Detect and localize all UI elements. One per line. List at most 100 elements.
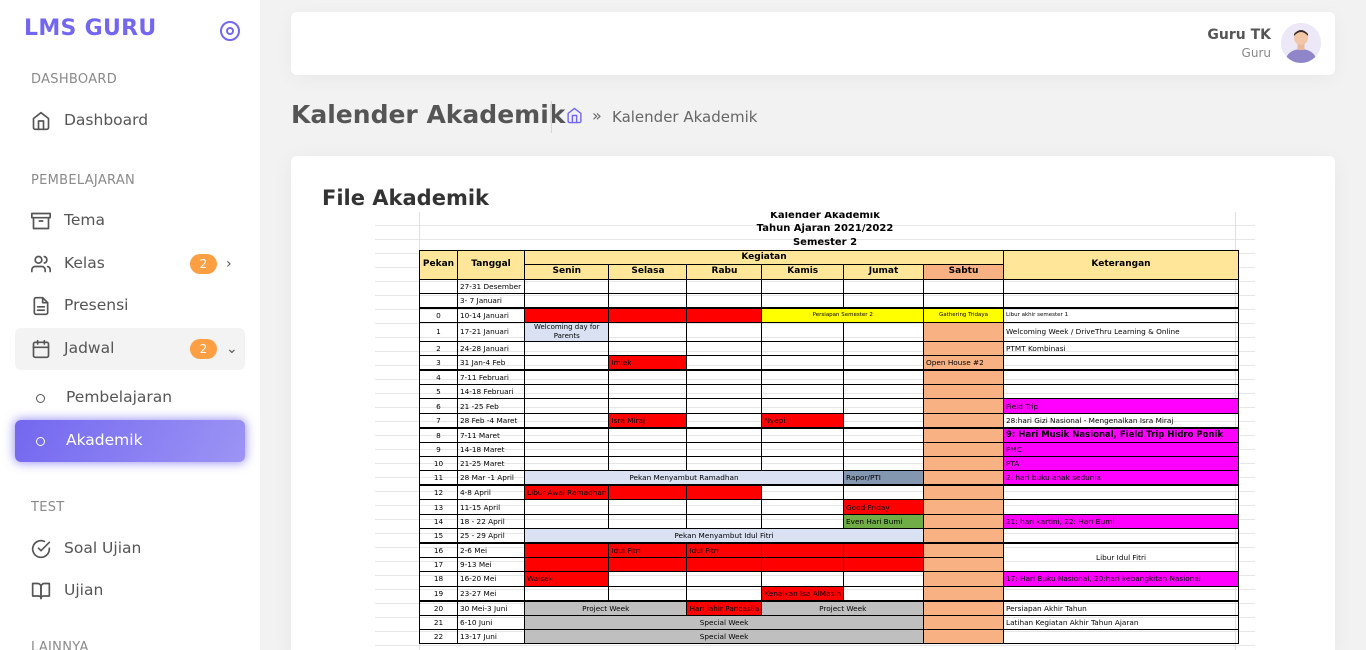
section-pembelajaran: PEMBELAJARAN xyxy=(31,173,136,188)
table-row: 9 14-18 Maret PMC xyxy=(419,441,1240,458)
section-test: TEST xyxy=(31,500,65,515)
cell-activity: Nyepi xyxy=(761,412,845,429)
table-row: 14 18 - 22 April Even Hari Bumi 21: hari… xyxy=(419,513,1240,529)
cell-pekan: 16 xyxy=(419,542,458,558)
col-kamis: Kamis xyxy=(761,264,845,280)
cell-keterangan: 28:hari Gizi Nasional - Mengenalkan Isra… xyxy=(1003,412,1240,429)
avatar[interactable] xyxy=(1281,23,1321,63)
sidebar-item-label: Jadwal xyxy=(64,339,115,357)
cell-pekan: 12 xyxy=(419,484,458,501)
cell-keterangan: 17: Hari Buku Nasional, 20:hari kebangki… xyxy=(1003,571,1240,587)
cell-pekan: 1 xyxy=(419,321,458,342)
brand-logo[interactable]: LMS GURU xyxy=(24,16,157,41)
cell-tanggal: 6-10 Juni xyxy=(457,614,525,630)
col-jumat: Jumat xyxy=(843,264,925,280)
cell-pekan: 14 xyxy=(419,513,458,529)
table-row: 20 30 Mei-3 Juni Project Week Hari lahir… xyxy=(419,600,1240,616)
table-row: 16 2-6 Mei Idul Fitri Idul Fitri Libur I… xyxy=(419,542,1240,573)
cell-keterangan: Welcoming Week / DriveThru Learning & On… xyxy=(1003,321,1240,342)
cell-activity: Libur Awal Ramadhan xyxy=(523,484,610,501)
cell-tanggal: 21 -25 Feb xyxy=(457,398,525,414)
jadwal-count-badge: 2 xyxy=(190,339,217,359)
cell-pekan: 10 xyxy=(419,456,458,472)
cell-pekan: 13 xyxy=(419,499,458,515)
breadcrumb-home-icon[interactable] xyxy=(566,107,583,124)
sidebar-item-presensi[interactable]: Presensi xyxy=(15,285,245,327)
col-tanggal: Tanggal xyxy=(457,250,525,280)
cell-tanggal: 16-20 Mei xyxy=(457,571,525,587)
sidebar-item-label: Akademik xyxy=(66,431,143,449)
table-row: 3- 7 Januari xyxy=(419,292,1240,309)
table-row: 19 23-27 Mei Kenaikan Isa AlMasih xyxy=(419,585,1240,602)
cell-pekan: 6 xyxy=(419,398,458,414)
cell-keterangan: PTA xyxy=(1003,456,1240,472)
cell-tanggal: 18 - 22 April xyxy=(457,513,525,529)
sidebar-item-label: Kelas xyxy=(64,254,105,272)
top-navbar: Guru TK Guru xyxy=(291,12,1335,75)
sidebar-item-ujian[interactable]: Ujian xyxy=(15,570,245,612)
cell-activity: Special Week xyxy=(523,614,925,630)
cell-tanggal: 21-25 Maret xyxy=(457,456,525,472)
cell-pekan: 9 xyxy=(419,441,458,458)
sidebar-item-dashboard[interactable]: Dashboard xyxy=(15,100,245,142)
home-icon xyxy=(32,111,50,131)
cell-activity: Welcoming day for Parents xyxy=(523,321,610,342)
circle-icon xyxy=(36,437,45,446)
cell-tanggal: 10-14 Januari xyxy=(457,307,525,323)
table-row: 12 4-8 April Libur Awal Ramadhan xyxy=(419,484,1240,501)
cell-tanggal: 14-18 Februari xyxy=(457,384,525,400)
sidebar-item-jadwal[interactable]: Jadwal 2 ⌄ xyxy=(15,328,245,370)
sidebar-item-label: Dashboard xyxy=(64,111,149,129)
cell-tanggal: 17-21 Januari xyxy=(457,321,525,342)
sheet-year: Tahun Ajaran 2021/2022 xyxy=(756,223,894,234)
table-row: 4 7-11 Februari xyxy=(419,369,1240,386)
cell-tanggal: 3- 7 Januari xyxy=(457,292,525,309)
chevron-right-icon: › xyxy=(226,256,232,272)
book-open-icon xyxy=(31,582,51,600)
sidebar-item-tema[interactable]: Tema xyxy=(15,200,245,242)
cell-activity: Kenaikan Isa AlMasih xyxy=(761,585,845,602)
col-selasa: Selasa xyxy=(608,264,688,280)
cell-keterangan: PMC xyxy=(1003,441,1240,458)
cell-pekan: 4 xyxy=(419,369,458,386)
academic-calendar-sheet[interactable]: Kalender Akademik Tahun Ajaran 2021/2022… xyxy=(375,212,1255,650)
cell-tanggal: 13-17 Juni xyxy=(457,628,525,645)
cell-tanggal: 2-6 Mei xyxy=(457,542,525,558)
table-row: 1 17-21 Januari Welcoming day for Parent… xyxy=(419,321,1240,342)
cell-activity: Gathering Tridaya xyxy=(923,307,1005,323)
page-title: Kalender Akademik xyxy=(291,100,566,129)
sidebar-item-soal-ujian[interactable]: Soal Ujian xyxy=(15,528,245,570)
cell-activity: Idul Fitri xyxy=(686,542,763,558)
cell-activity: Imlek xyxy=(608,355,688,372)
cell-tanggal: 31 Jan-4 Feb xyxy=(457,355,525,372)
cell-tanggal: 30 Mei-3 Juni xyxy=(457,600,525,616)
cell-pekan: 19 xyxy=(419,585,458,602)
cell-pekan: 11 xyxy=(419,470,458,487)
cell-activity: Rapor/PTI xyxy=(843,470,925,487)
cell-pekan: 0 xyxy=(419,307,458,323)
sidebar-item-kelas[interactable]: Kelas 2 › xyxy=(15,243,245,285)
calendar-icon xyxy=(32,339,50,359)
check-circle-icon xyxy=(31,539,51,559)
sidebar-toggle-icon[interactable] xyxy=(220,21,240,41)
cell-pekan: 7 xyxy=(419,412,458,429)
cell-pekan xyxy=(419,278,458,294)
cell-tanggal: 7-11 Februari xyxy=(457,369,525,386)
cell-keterangan: Latihan Kegiatan Akhir Tahun Ajaran xyxy=(1003,614,1240,630)
cell-activity: Open House #2 xyxy=(923,355,1005,372)
table-row: 18 16-20 Mei Waisak 17: Hari Buku Nasion… xyxy=(419,571,1240,587)
sidebar-subitem-akademik[interactable]: Akademik xyxy=(15,420,245,462)
cell-activity: Persiapan Semester 2 xyxy=(761,307,925,323)
table-row: 6 21 -25 Feb Field Trip xyxy=(419,398,1240,414)
breadcrumb-current: Kalender Akademik xyxy=(612,108,758,126)
table-row: 15 25 - 29 April Pekan Menyambut Idul Fi… xyxy=(419,527,1240,544)
cell-tanggal: 25 - 29 April xyxy=(457,527,525,544)
sheet-title: Kalender Akademik xyxy=(770,212,880,221)
cell-keterangan: 2: hari buku anak sedunia xyxy=(1003,470,1240,487)
table-row: 7 28 Feb -4 Maret Isra Miraj Nyepi 28:ha… xyxy=(419,412,1240,429)
sidebar: LMS GURU DASHBOARD Dashboard PEMBELAJARA… xyxy=(0,0,260,650)
cell-activity: Even Hari Bumi xyxy=(843,513,925,529)
cell-activity: Good Friday xyxy=(843,499,925,515)
sidebar-subitem-pembelajaran[interactable]: Pembelajaran xyxy=(15,377,245,419)
user-name[interactable]: Guru TK xyxy=(1207,27,1271,43)
